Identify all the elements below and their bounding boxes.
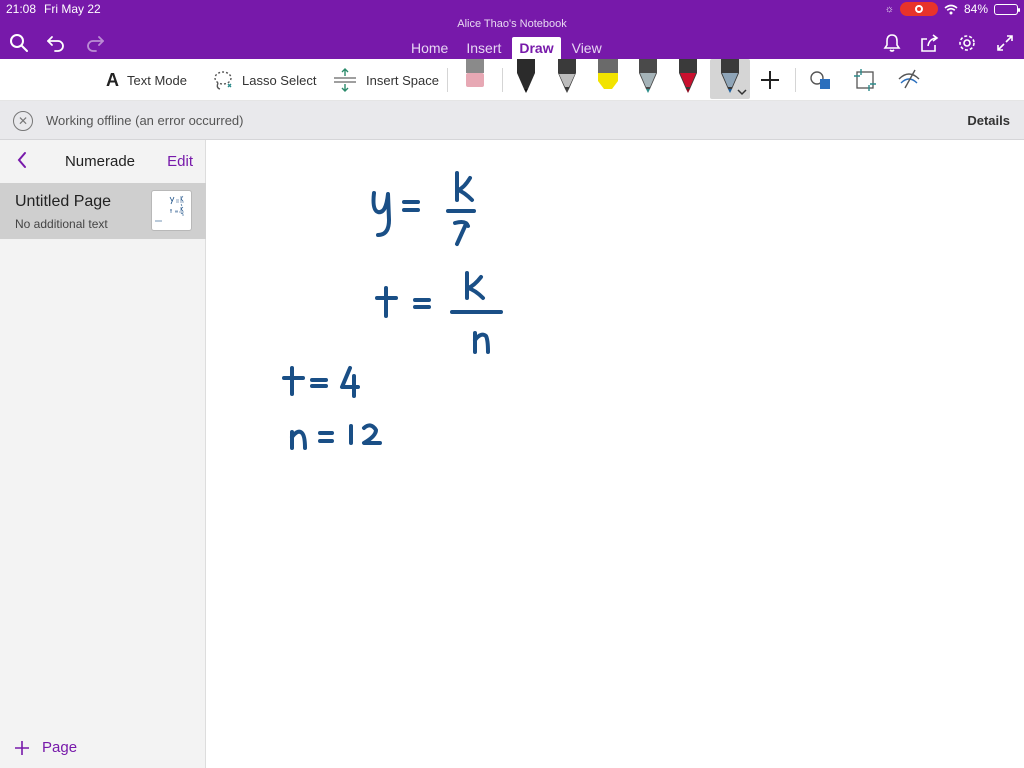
handwriting-equation-t-equals-4 bbox=[282, 366, 360, 398]
page-subtitle: No additional text bbox=[15, 217, 108, 231]
handwriting-equation-y-equals-k-over-x bbox=[371, 171, 476, 246]
add-pen-icon[interactable] bbox=[760, 70, 780, 90]
notebook-title: Alice Thao's Notebook bbox=[457, 18, 567, 30]
details-button[interactable]: Details bbox=[967, 113, 1010, 128]
tab-draw[interactable]: Draw bbox=[512, 37, 561, 60]
add-page-button[interactable]: Page bbox=[14, 739, 77, 756]
chevron-down-icon[interactable] bbox=[736, 88, 748, 96]
page-title: Untitled Page bbox=[15, 193, 112, 210]
page-thumbnail bbox=[151, 190, 192, 231]
status-date: Fri May 22 bbox=[44, 2, 101, 16]
page-list-sidebar: Numerade Edit Untitled Page No additiona… bbox=[0, 140, 206, 768]
black-pen-icon[interactable] bbox=[512, 59, 540, 93]
insert-space-button[interactable]: Insert Space bbox=[332, 59, 439, 101]
status-indicators: ☼ 84% bbox=[884, 2, 1020, 16]
lasso-select-button[interactable]: Lasso Select bbox=[212, 59, 316, 101]
undo-icon[interactable] bbox=[42, 29, 70, 57]
status-time: 21:08 bbox=[6, 2, 37, 16]
ink-replay-icon[interactable] bbox=[897, 67, 923, 91]
ribbon-tabs: Home Insert Draw View bbox=[404, 37, 609, 60]
share-icon[interactable] bbox=[915, 29, 943, 57]
text-mode-icon: A bbox=[106, 69, 119, 90]
battery-icon bbox=[994, 3, 1020, 15]
highlighter-icon[interactable] bbox=[594, 59, 622, 93]
note-canvas[interactable] bbox=[206, 140, 1024, 768]
ink-to-shape-icon[interactable] bbox=[852, 67, 878, 93]
offline-banner: ✕ Working offline (an error occurred) De… bbox=[0, 101, 1024, 140]
title-bar: 21:08 Fri May 22 ☼ 84% Alice Thao's Noteb… bbox=[0, 0, 1024, 60]
gray-pen-icon[interactable] bbox=[553, 59, 581, 93]
eraser-icon[interactable] bbox=[461, 59, 489, 93]
insert-space-label: Insert Space bbox=[366, 72, 439, 88]
text-mode-label: Text Mode bbox=[127, 72, 187, 88]
status-bar: 21:08 Fri May 22 bbox=[6, 2, 101, 16]
settings-gear-icon[interactable] bbox=[953, 29, 981, 57]
wifi-icon bbox=[944, 4, 958, 14]
add-page-label: Page bbox=[42, 739, 78, 756]
page-list-item[interactable]: Untitled Page No additional text bbox=[0, 183, 206, 239]
tab-insert[interactable]: Insert bbox=[459, 37, 508, 59]
brightness-icon: ☼ bbox=[884, 3, 894, 15]
tab-home[interactable]: Home bbox=[404, 37, 455, 59]
battery-percent: 84% bbox=[963, 2, 988, 16]
toolbar-divider bbox=[502, 68, 503, 92]
shapes-icon[interactable] bbox=[808, 69, 832, 91]
tab-view[interactable]: View bbox=[565, 37, 609, 59]
sidebar-header: Numerade Edit bbox=[0, 140, 205, 183]
text-mode-button[interactable]: A Text Mode bbox=[106, 59, 187, 101]
search-icon[interactable] bbox=[5, 29, 33, 57]
offline-message: Working offline (an error occurred) bbox=[46, 113, 244, 128]
dismiss-close-icon[interactable]: ✕ bbox=[13, 111, 33, 131]
bell-icon[interactable] bbox=[878, 29, 906, 57]
lasso-select-label: Lasso Select bbox=[242, 72, 317, 88]
toolbar-divider bbox=[795, 68, 796, 92]
plus-icon bbox=[15, 740, 29, 755]
screen-recording-icon bbox=[899, 2, 938, 16]
edit-button[interactable]: Edit bbox=[167, 153, 193, 170]
handwriting-equation-n-equals-12 bbox=[290, 423, 382, 450]
lasso-icon bbox=[214, 71, 232, 90]
redo-icon[interactable] bbox=[81, 29, 109, 57]
teal-pen-icon[interactable] bbox=[634, 59, 662, 93]
fullscreen-icon[interactable] bbox=[991, 29, 1019, 57]
draw-ribbon: A Text Mode Lasso Select Insert Space bbox=[0, 59, 1024, 101]
red-pen-icon[interactable] bbox=[674, 59, 702, 93]
handwriting-equation-t-equals-k-over-n bbox=[375, 271, 503, 354]
insert-space-icon bbox=[334, 68, 356, 92]
toolbar-divider bbox=[447, 68, 448, 92]
